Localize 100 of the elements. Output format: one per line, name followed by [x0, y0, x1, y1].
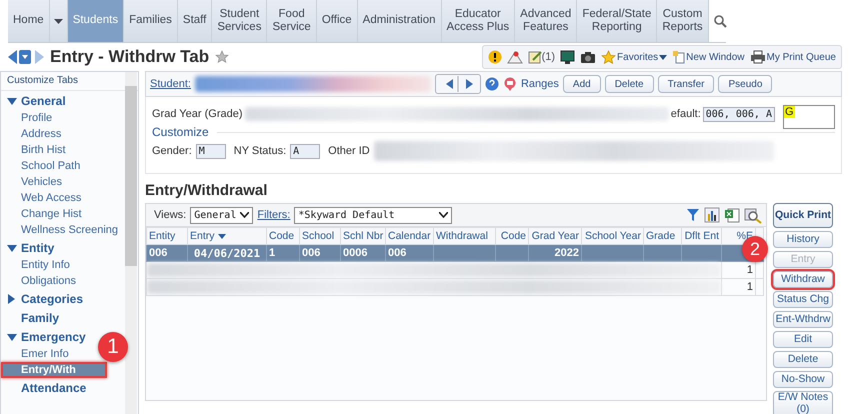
column-header[interactable]: Code	[266, 228, 300, 244]
side-action-button[interactable]: E/W Notes (0)	[773, 391, 833, 414]
message-count[interactable]: (1)	[542, 51, 556, 63]
section-title: Entry/Withdrawal	[145, 182, 268, 199]
alert-icon[interactable]	[488, 50, 502, 64]
side-action-button[interactable]: No-Show	[773, 371, 833, 388]
monitor-icon[interactable]	[560, 50, 576, 64]
spreadsheet-icon[interactable]	[724, 207, 740, 223]
sidebar-item[interactable]: Change Hist	[1, 206, 86, 222]
favorites-menu[interactable]: Favorites	[601, 50, 668, 64]
sidebar-group[interactable]: Family	[1, 309, 64, 327]
side-action-button[interactable]: Withdraw	[773, 271, 833, 288]
column-header[interactable]: Grad Year	[528, 228, 582, 244]
sidebar-item[interactable]: Address	[1, 126, 66, 142]
views-select[interactable]: General	[190, 206, 254, 224]
page-title: Entry - Withdrw Tab	[50, 47, 210, 67]
collapsed-arrow-icon	[7, 294, 17, 304]
column-header[interactable]: Calendar	[386, 228, 434, 244]
action-button[interactable]: Pseudo	[718, 75, 772, 93]
star-icon[interactable]	[215, 50, 230, 64]
column-header[interactable]: School	[300, 228, 340, 244]
column-header[interactable]: Code	[496, 228, 528, 244]
side-action-button[interactable]: Quick Print	[773, 203, 833, 228]
table-cell: 0006	[340, 244, 386, 262]
column-header[interactable]: Withdrawal	[434, 228, 496, 244]
action-button[interactable]: Add	[562, 75, 601, 93]
grade-mark: G	[784, 106, 795, 118]
sidebar-item[interactable]: Obligations	[1, 273, 80, 289]
pager-arrows-icon[interactable]	[434, 74, 481, 94]
sidebar-group[interactable]: General	[1, 92, 70, 110]
sidebar-item[interactable]: Wellness Screening	[1, 222, 122, 238]
sidebar-item[interactable]: Emer Info	[1, 346, 73, 362]
student-link[interactable]: Student:	[150, 78, 191, 90]
sidebar-group[interactable]: Emergency	[1, 328, 90, 346]
navigation-arrows-icon[interactable]	[8, 49, 44, 65]
default-field[interactable]: 006, 006, A	[702, 106, 775, 122]
views-label: Views:	[154, 209, 186, 221]
column-header[interactable]: Grade	[644, 228, 682, 244]
scrollbar[interactable]	[125, 72, 137, 414]
nav-tab[interactable]: Food Service	[267, 0, 317, 42]
side-action-button[interactable]: Edit	[773, 331, 833, 348]
alert-flag-icon[interactable]	[502, 77, 517, 91]
sidebar-item[interactable]: Vehicles	[1, 174, 66, 190]
customize-link[interactable]: Customize	[152, 125, 209, 139]
sidebar-item[interactable]: Profile	[1, 110, 56, 126]
sidebar-item[interactable]: Entry/With	[1, 362, 107, 378]
sidebar-group[interactable]: Entity	[1, 239, 58, 257]
new-window-link[interactable]: New Window	[672, 50, 745, 64]
warning-pin-icon[interactable]	[506, 50, 523, 64]
expanded-arrow-icon	[7, 244, 17, 252]
filter-icon[interactable]	[686, 208, 700, 222]
zoom-search-icon[interactable]	[744, 206, 762, 224]
sidebar-item[interactable]: Birth Hist	[1, 142, 70, 158]
sidebar-item[interactable]: School Path	[1, 158, 84, 174]
side-action-button[interactable]: Ent-Wthdrw	[773, 311, 833, 328]
bar-chart-icon[interactable]	[704, 207, 720, 223]
star-icon	[601, 50, 616, 64]
camera-icon[interactable]	[580, 50, 596, 64]
action-button[interactable]: Transfer	[658, 75, 714, 93]
sidebar-group[interactable]: Categories	[1, 290, 88, 308]
notepad-icon[interactable]	[528, 50, 543, 64]
action-button[interactable]: Delete	[604, 75, 654, 93]
print-queue-link[interactable]: My Print Queue	[750, 50, 836, 64]
nav-tab[interactable]: Families	[124, 0, 178, 42]
status-field[interactable]: A	[290, 144, 320, 158]
nav-tab[interactable]: Federal/State Reporting	[577, 0, 658, 42]
sidebar-item[interactable]: Web Access	[1, 190, 86, 206]
field-label: NY Status:	[234, 145, 286, 157]
sidebar-item[interactable]: Entity Info	[1, 257, 74, 273]
side-action-button[interactable]: History	[773, 231, 833, 248]
ranges-link[interactable]: Ranges	[520, 78, 559, 90]
nav-tab[interactable]: Home	[8, 0, 50, 42]
nav-tab[interactable]: Staff	[178, 0, 212, 42]
field-label: Other ID	[328, 145, 370, 157]
column-header[interactable]: Dflt Ent	[682, 228, 722, 244]
table-cell: 006	[386, 244, 434, 262]
caret-icon	[439, 212, 448, 218]
nav-tab[interactable]: Student Services	[212, 0, 268, 42]
table-cell: 04/06/2021	[188, 244, 266, 262]
column-header[interactable]: Entry	[188, 228, 266, 244]
side-action-button[interactable]: Status Chg	[773, 291, 833, 308]
help-icon[interactable]	[484, 77, 499, 91]
table-cell: 1	[266, 244, 300, 262]
filter-select[interactable]: *Skyward Default	[294, 206, 452, 224]
column-header[interactable]: School Year	[582, 228, 644, 244]
nav-tab[interactable]: Office	[316, 0, 358, 42]
filters-link[interactable]: Filters:	[257, 209, 290, 221]
sidebar-group[interactable]: Attendance	[1, 379, 90, 397]
table-cell: 2022	[528, 244, 582, 262]
nav-tab[interactable]: Advanced Features	[515, 0, 578, 42]
nav-tab[interactable]: Educator Access Plus	[442, 0, 516, 42]
table-cell: 1	[746, 264, 753, 276]
table-cell: 006	[146, 244, 188, 262]
column-header[interactable]: Entity	[146, 228, 188, 244]
side-action-button[interactable]: Delete	[773, 351, 833, 368]
column-header[interactable]: Schl Nbr	[340, 228, 386, 244]
field-label: Grad Year (Grade)	[152, 108, 242, 120]
nav-tab[interactable]: Administration	[358, 0, 442, 42]
gender-field[interactable]: M	[196, 144, 226, 158]
field-label: efault:	[670, 108, 701, 120]
